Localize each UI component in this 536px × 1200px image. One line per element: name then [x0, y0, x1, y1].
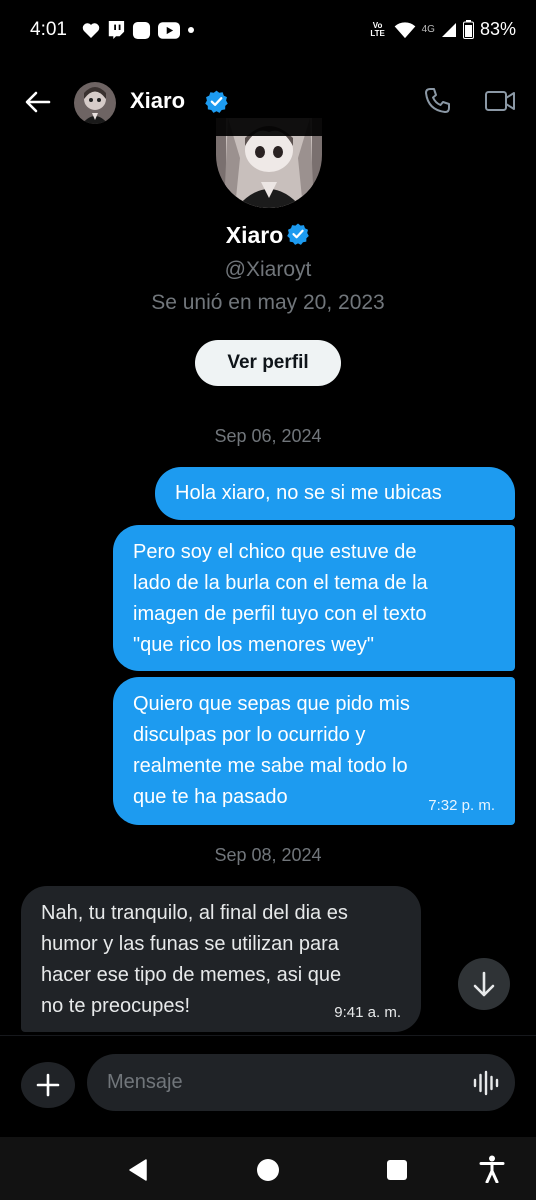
- received-message-bubble[interactable]: Nah, tu tranquilo, al final del dia es h…: [21, 886, 421, 1032]
- notification-icons: [82, 20, 195, 40]
- message-line: Nah, tu tranquilo, al final del dia es: [41, 902, 348, 924]
- arrow-down-icon: [473, 971, 495, 997]
- network-type: 4G: [421, 24, 435, 35]
- heart-icon: [82, 22, 100, 38]
- message-line: "que rico los menores wey": [133, 634, 374, 656]
- message-timestamp: 7:32 p. m.: [428, 797, 495, 814]
- add-media-button[interactable]: [21, 1062, 75, 1108]
- sent-message-bubble[interactable]: Pero soy el chico que estuve de lado de …: [113, 525, 515, 671]
- message-line: Pero soy el chico que estuve de: [133, 541, 417, 563]
- profile-name-row: Xiaro: [0, 222, 536, 249]
- message-timestamp: 9:41 a. m.: [334, 1004, 401, 1021]
- message-line: humor y las funas se utilizan para: [41, 933, 339, 955]
- plus-icon: [36, 1073, 60, 1097]
- signal-icon: [441, 22, 456, 37]
- status-bar: 4:01 Vo LTE 4G 83%: [0, 0, 536, 62]
- square-app-icon: [132, 21, 151, 39]
- conversation-header: Xiaro: [0, 68, 536, 136]
- volte-indicator: Vo LTE: [370, 20, 385, 38]
- verified-badge-icon: [287, 223, 310, 245]
- header-avatar[interactable]: [74, 82, 116, 124]
- phone-call-icon[interactable]: [422, 86, 452, 116]
- nav-home-icon[interactable]: [256, 1158, 280, 1182]
- message-line: imagen de perfil tuyo con el texto: [133, 603, 427, 625]
- sent-message-bubble[interactable]: Quiero que sepas que pido mis disculpas …: [113, 677, 515, 825]
- message-line: disculpas por lo ocurrido y: [133, 724, 366, 746]
- scroll-to-bottom-button[interactable]: [458, 958, 510, 1010]
- sent-message-bubble[interactable]: Hola xiaro, no se si me ubicas: [155, 467, 515, 520]
- view-profile-button[interactable]: Ver perfil: [195, 340, 341, 386]
- message-line: lado de la burla con el tema de la: [133, 572, 428, 594]
- wifi-icon: [394, 21, 415, 38]
- youtube-icon: [158, 21, 180, 39]
- battery-percent: 83%: [479, 19, 516, 39]
- date-separator: Sep 08, 2024: [214, 845, 322, 865]
- profile-joined-date: Se unió en may 20, 2023: [151, 291, 385, 314]
- nav-recents-icon[interactable]: [386, 1159, 408, 1181]
- message-text: Hola xiaro, no se si me ubicas: [175, 482, 442, 504]
- profile-name: Xiaro: [225, 222, 284, 248]
- composer-divider: [0, 1035, 536, 1036]
- verified-badge-icon: [205, 90, 228, 113]
- date-separator: Sep 06, 2024: [214, 426, 322, 446]
- message-line: realmente me sabe mal todo lo: [133, 755, 408, 777]
- message-line: hacer ese tipo de memes, asi que: [41, 964, 342, 986]
- voice-message-icon[interactable]: [472, 1070, 500, 1096]
- nav-back-icon[interactable]: [126, 1158, 150, 1182]
- accessibility-icon[interactable]: [479, 1155, 505, 1183]
- video-call-icon[interactable]: [484, 86, 516, 116]
- system-indicators: Vo LTE 4G 83%: [368, 19, 516, 40]
- system-navigation-bar: [0, 1137, 536, 1200]
- message-line: Quiero que sepas que pido mis: [133, 693, 410, 715]
- header-name: Xiaro: [130, 88, 186, 113]
- back-arrow-icon[interactable]: [22, 86, 54, 118]
- status-time: 4:01: [30, 19, 67, 40]
- dot-icon: [188, 27, 194, 33]
- twitch-icon: [108, 21, 125, 39]
- message-input[interactable]: [87, 1054, 515, 1111]
- profile-handle: @Xiaroyt: [224, 258, 312, 281]
- battery-icon: [462, 20, 474, 39]
